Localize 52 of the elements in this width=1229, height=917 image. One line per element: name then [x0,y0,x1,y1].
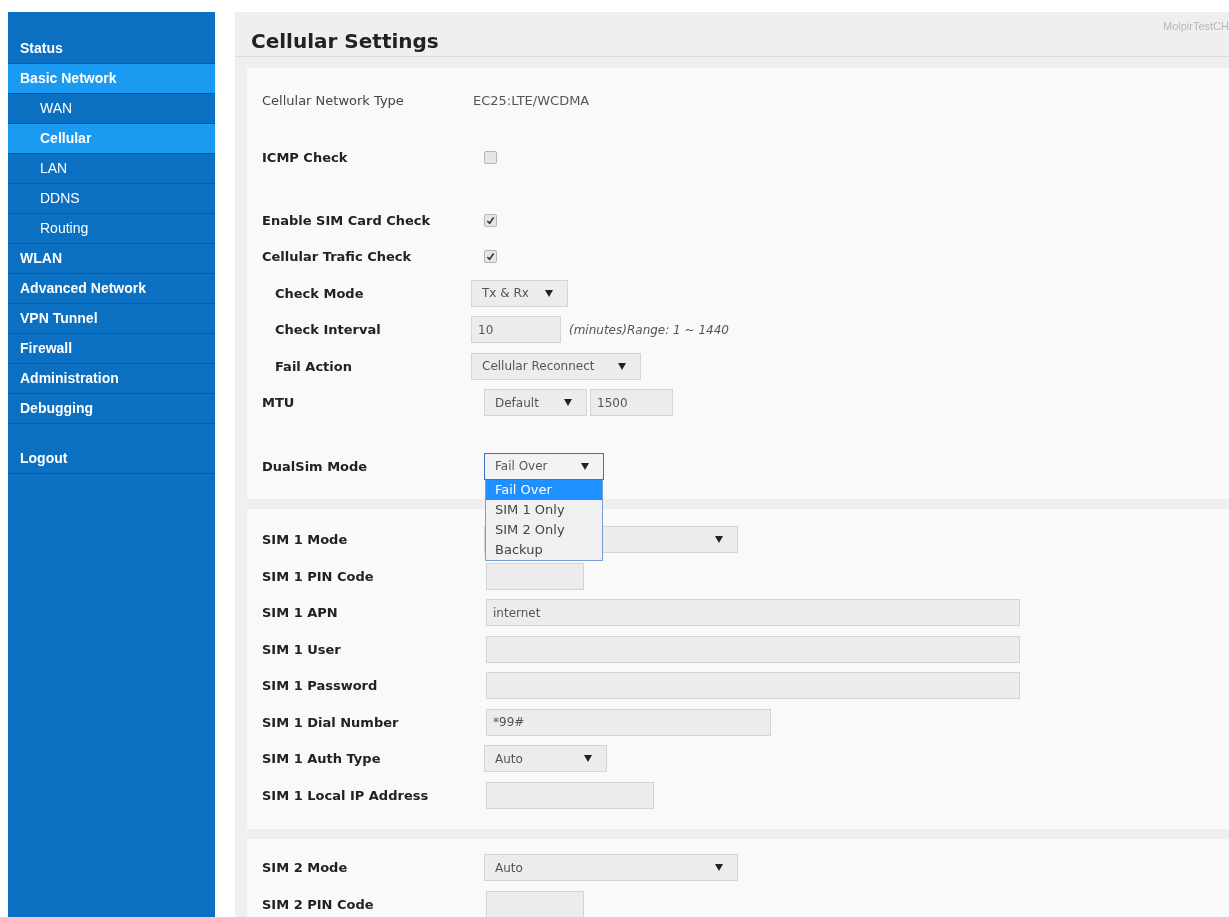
checkbox[interactable] [484,213,497,227]
dropdown-option[interactable]: SIM 2 Only [486,519,602,540]
field-label: DualSim Mode [262,457,369,476]
field-label: Enable SIM Card Check [262,211,432,230]
checkbox[interactable] [484,250,497,264]
input-field[interactable] [486,672,1020,700]
range-note: (minutes)Range: 1 ~ 1440 [569,321,729,339]
field-label: Fail Action [274,357,353,376]
field-label: SIM 1 Dial Number [262,713,400,732]
sidebar-item[interactable]: Basic Network [8,64,215,94]
input-field[interactable] [486,890,584,917]
select-field[interactable]: Auto [484,854,738,882]
field-label: Check Interval [274,321,382,339]
field-label: MTU [262,394,296,412]
dropdown-arrow-icon [581,462,589,470]
dropdown-option[interactable]: Backup [486,539,602,560]
input-field[interactable]: *99# [486,708,771,736]
field-label: SIM 1 User [262,640,342,659]
input-field[interactable] [486,635,1020,663]
dropdown-arrow-icon [564,399,572,407]
input-field[interactable]: internet [486,599,1020,627]
field-label: SIM 1 APN [262,604,339,622]
select-field[interactable]: Cellular Reconnect [471,352,641,380]
select-field[interactable]: Auto [484,745,607,773]
field-label: SIM 1 Mode [262,531,349,549]
submenu-item[interactable]: Cellular [8,124,215,154]
dropdown-arrow-icon [545,289,553,297]
dropdown-option[interactable]: Fail Over [486,479,602,500]
field-label: Cellular Trafic Check [262,248,413,266]
field-label: SIM 1 Local IP Address [262,786,430,805]
select-field[interactable]: Default [484,389,587,417]
select-field[interactable]: Tx & Rx [471,279,568,307]
input-field[interactable]: 1500 [590,389,673,417]
field-label: SIM 2 PIN Code [262,895,375,914]
dropdown-arrow-icon [584,755,592,763]
dropdown-arrow-icon [715,864,723,872]
field-value: EC25:LTE/WCDMA [473,91,590,110]
field-label: SIM 1 PIN Code [262,567,375,586]
dropdown-option[interactable]: SIM 1 Only [486,499,602,520]
dropdown-arrow-icon [715,536,723,544]
field-label: ICMP Check [262,149,349,167]
input-field[interactable]: 10 [471,316,561,344]
dropdown-arrow-icon [618,362,626,370]
field-label: SIM 1 Auth Type [262,750,382,768]
field-label: SIM 1 Password [262,677,379,695]
select-field[interactable]: Fail Over [484,452,604,480]
field-label: Check Mode [274,284,365,303]
page-title: Cellular Settings [251,28,439,55]
input-field[interactable] [486,562,584,590]
input-field[interactable] [486,781,654,809]
field-label: SIM 2 Mode [262,859,349,877]
checkbox[interactable] [484,151,497,165]
